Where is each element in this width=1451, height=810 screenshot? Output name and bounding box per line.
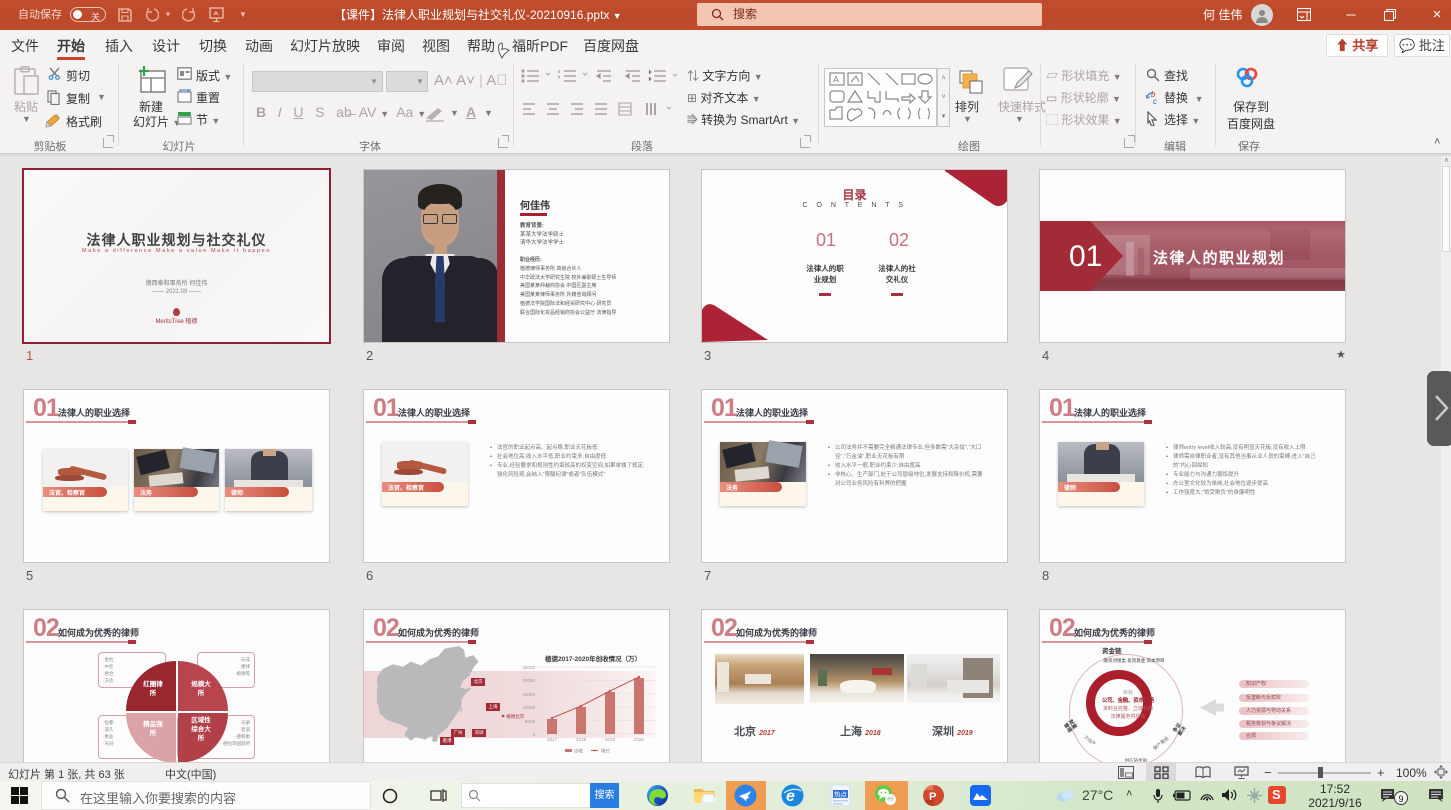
svg-text:创收: 创收 [574,748,583,755]
svg-text:5000: 5000 [525,719,536,724]
svg-text:0: 0 [532,732,535,737]
svg-text:2019: 2019 [605,737,616,742]
svg-text:20000: 20000 [523,678,535,683]
svg-text:2017: 2017 [547,737,558,742]
svg-text:热点: 热点 [834,790,848,799]
svg-text:10000: 10000 [523,705,535,710]
svg-text:P: P [929,791,936,803]
svg-text:2018: 2018 [576,737,587,742]
svg-text:15000: 15000 [523,692,535,697]
svg-text:增长: 增长 [601,748,610,755]
svg-text:2020: 2020 [634,737,645,742]
svg-text:25000: 25000 [523,665,535,670]
svg-text:A: A [833,75,839,85]
svg-text:c: c [1153,97,1157,105]
